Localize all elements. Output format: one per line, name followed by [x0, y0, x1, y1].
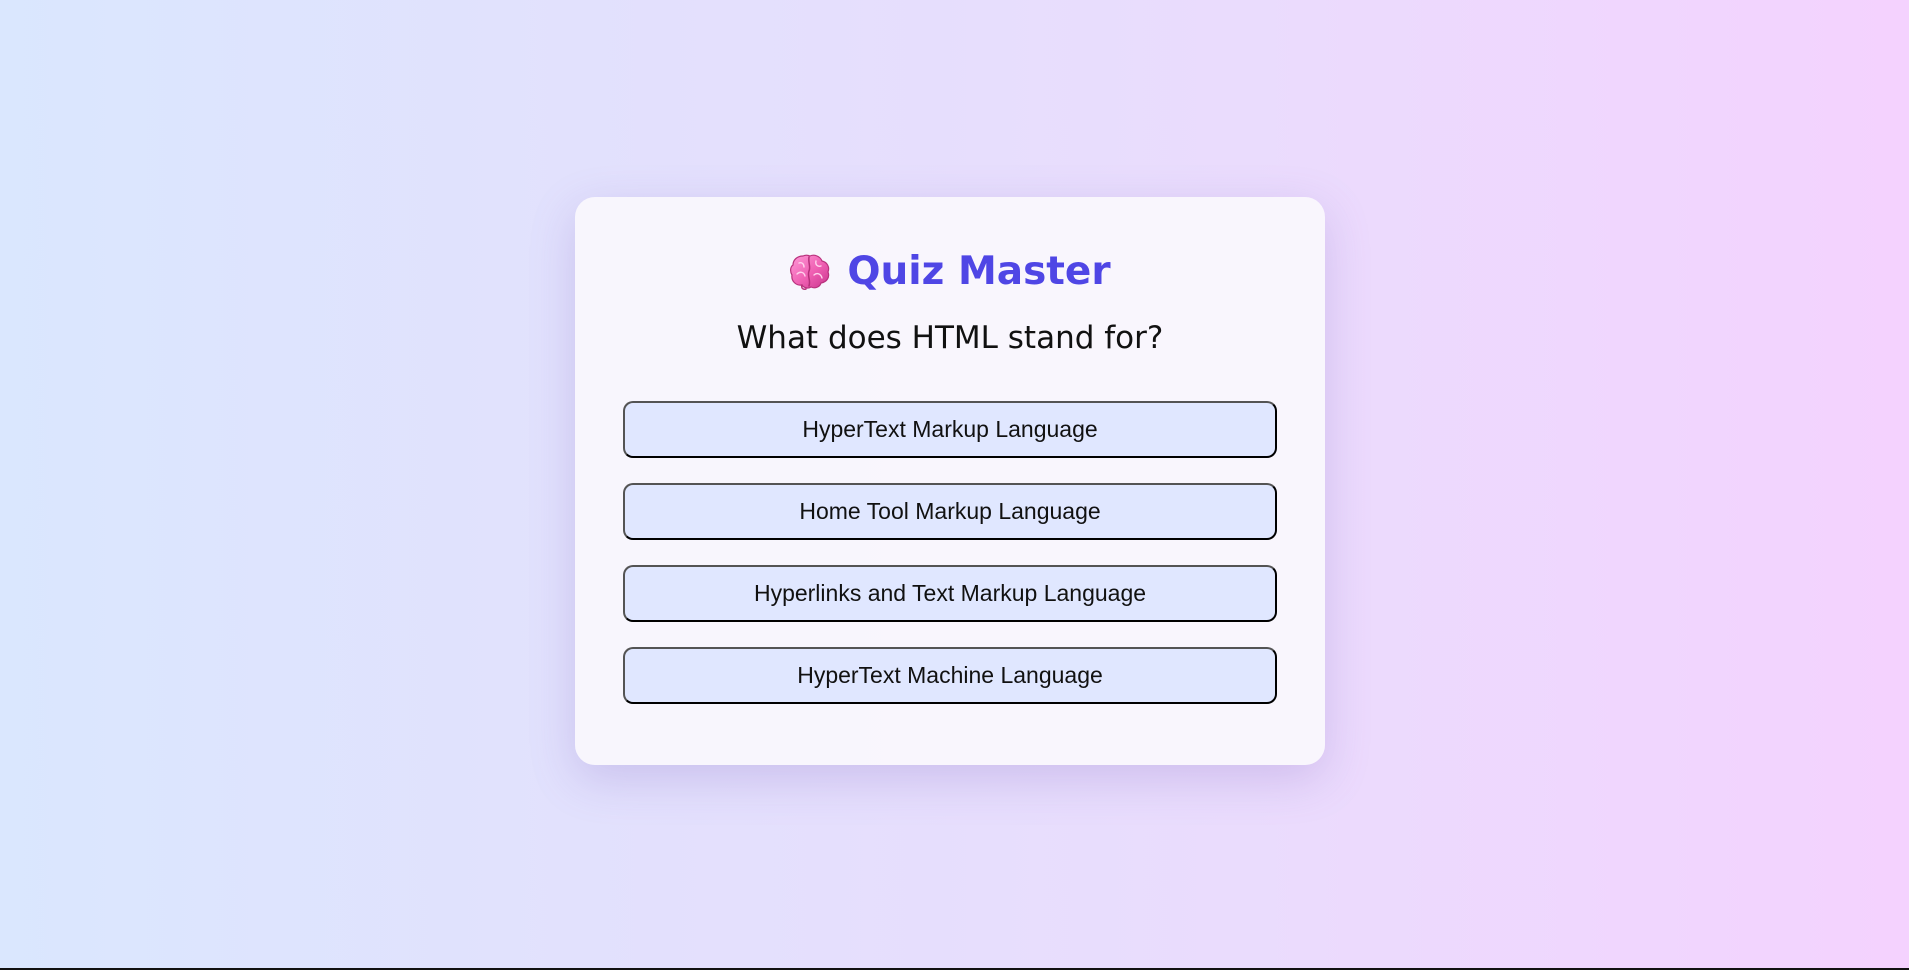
answer-option-2[interactable]: Home Tool Markup Language — [623, 483, 1277, 540]
answer-list: HyperText Markup Language Home Tool Mark… — [623, 401, 1277, 729]
app-title: Quiz Master — [847, 248, 1111, 294]
quiz-header: Quiz Master — [575, 243, 1325, 299]
app-window: Quiz Master What does HTML stand for? Hy… — [0, 0, 1909, 970]
answer-option-4[interactable]: HyperText Machine Language — [623, 647, 1277, 704]
answer-option-1[interactable]: HyperText Markup Language — [623, 401, 1277, 458]
answer-option-3[interactable]: Hyperlinks and Text Markup Language — [623, 565, 1277, 622]
question-text: What does HTML stand for? — [736, 320, 1164, 356]
brain-icon — [790, 254, 830, 290]
quiz-card: Quiz Master What does HTML stand for? Hy… — [575, 197, 1325, 765]
